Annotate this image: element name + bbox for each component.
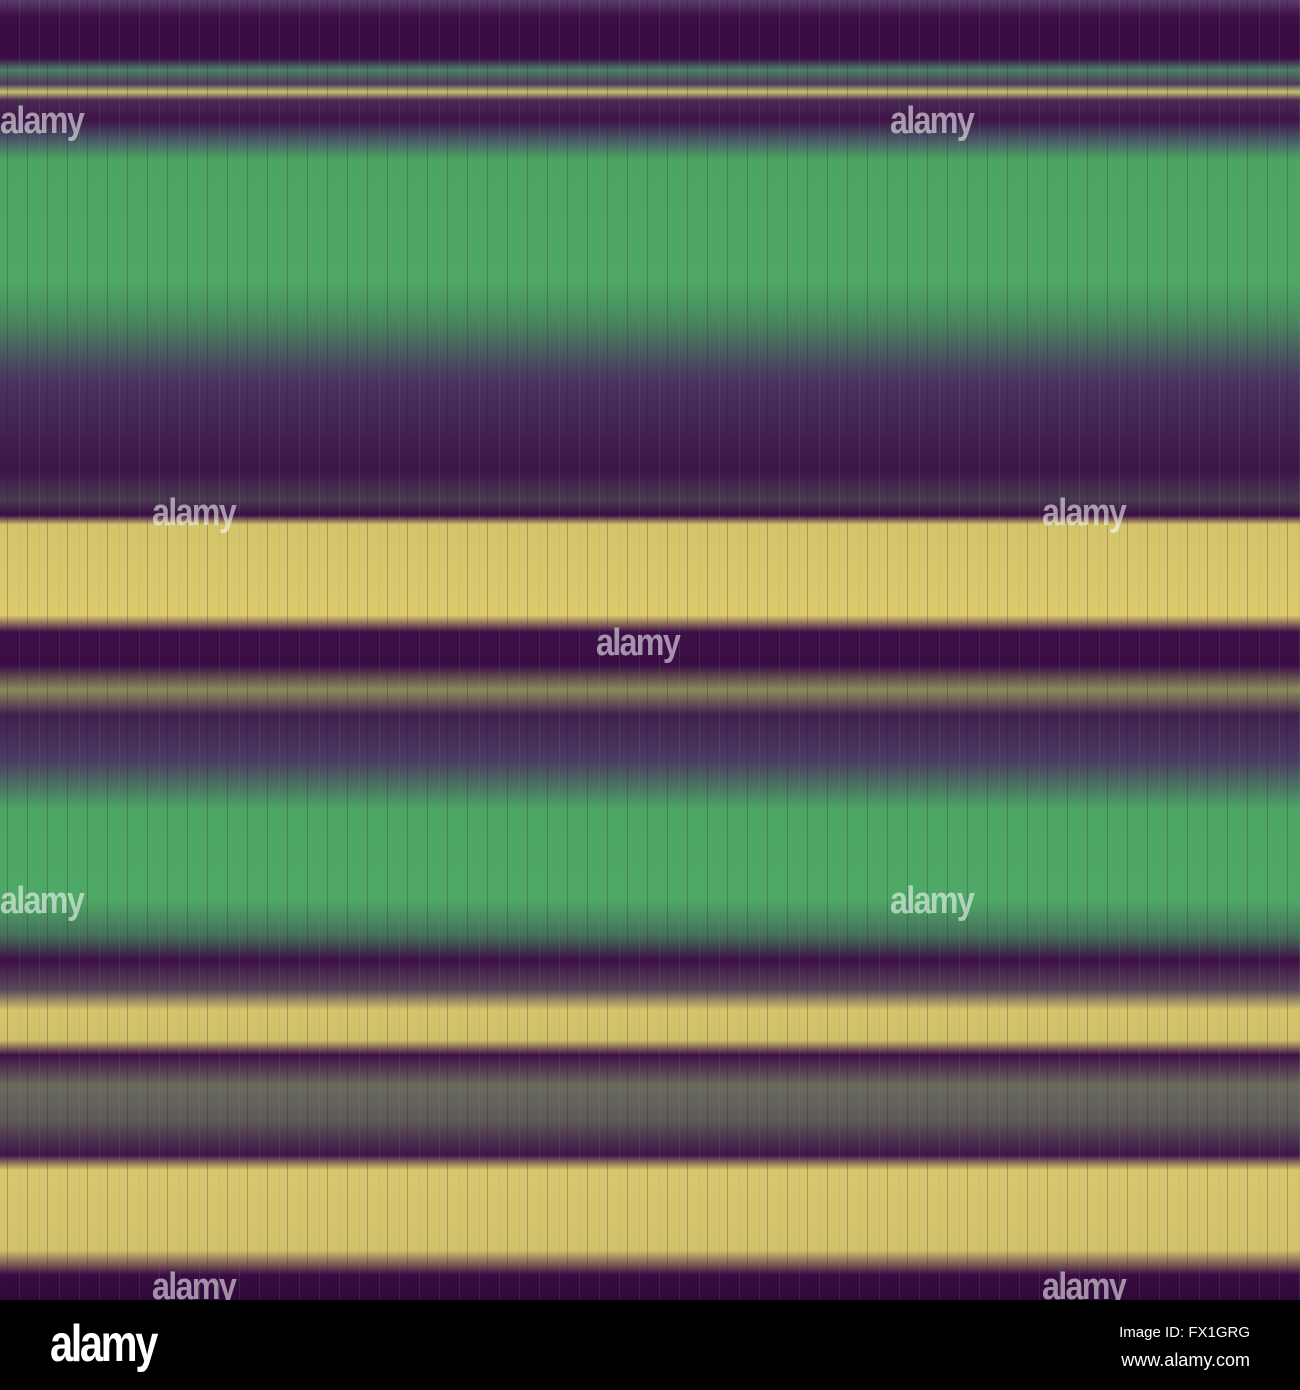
footer-bar: alamy Image ID: FX1GRG www.alamy.com [0, 1300, 1300, 1390]
watermark: alamy [0, 100, 85, 142]
alamy-logo: alamy [50, 1315, 158, 1373]
watermark: alamy [0, 880, 85, 922]
stock-image: alamy alamy alamy alamy alamy alamy alam… [0, 0, 1300, 1390]
watermark: alamy [890, 880, 975, 922]
image-id: Image ID: FX1GRG [1119, 1324, 1250, 1341]
watermark: alamy [152, 492, 237, 534]
watermark: alamy [596, 622, 681, 664]
site-url: www.alamy.com [1121, 1350, 1250, 1370]
watermark: alamy [890, 100, 975, 142]
watermark: alamy [1042, 492, 1127, 534]
